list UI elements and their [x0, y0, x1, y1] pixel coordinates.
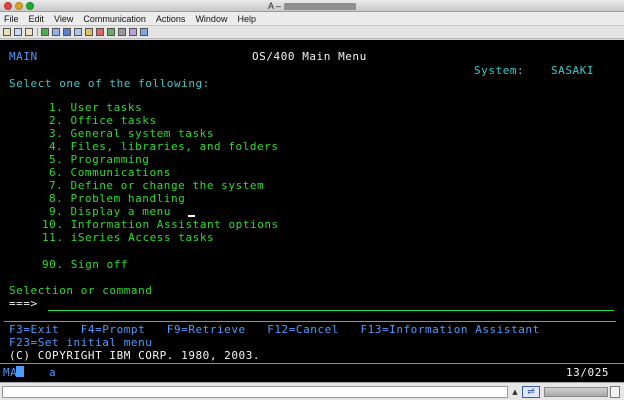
customize-icon[interactable] — [129, 28, 137, 36]
option-label: Problem handling — [70, 192, 186, 205]
activity-indicator — [544, 387, 608, 397]
selection-label: Selection or command — [9, 284, 153, 297]
system-name: SASAKI — [551, 64, 595, 77]
menu-window[interactable]: Window — [190, 12, 232, 26]
option-6[interactable]: 6. Communications — [49, 166, 171, 179]
option-label: Communications — [70, 166, 171, 179]
option-number: 6. — [49, 166, 64, 179]
option-label: Information Assistant options — [70, 218, 279, 231]
status-bar: ▲ ⇌ — [0, 382, 624, 400]
option-number: 90. — [42, 258, 64, 271]
screen-id: MAIN — [9, 50, 38, 63]
option-number: 11. — [42, 231, 64, 244]
text-cursor — [188, 215, 195, 217]
option-number: 3. — [49, 127, 64, 140]
receive-icon[interactable] — [52, 28, 60, 36]
scroll-up-arrow-icon[interactable]: ▲ — [510, 387, 520, 397]
function-keys-line-2: F23=Set initial menu — [9, 336, 153, 349]
option-label: General system tasks — [70, 127, 214, 140]
toolbar — [0, 26, 624, 39]
connection-icon[interactable]: ⇌ — [522, 386, 540, 398]
option-number: 1. — [49, 101, 64, 114]
redacted-title-text — [284, 3, 356, 11]
keyboard-icon[interactable] — [74, 28, 82, 36]
menu-bar: File Edit View Communication Actions Window He… — [0, 12, 624, 26]
option-2[interactable]: 2. Office tasks — [49, 114, 157, 127]
paste-icon[interactable] — [25, 28, 33, 36]
oia-block-cursor — [16, 366, 24, 377]
option-label: Sign off — [70, 258, 129, 271]
menu-help[interactable]: Help — [232, 12, 261, 26]
window-titlebar: A – — [0, 0, 624, 12]
option-label: Define or change the system — [70, 179, 265, 192]
option-number: 8. — [49, 192, 64, 205]
resize-grip-icon[interactable] — [610, 386, 620, 398]
option-label: Programming — [70, 153, 150, 166]
copy-icon[interactable] — [14, 28, 22, 36]
option-9[interactable]: 9. Display a menu — [49, 205, 171, 218]
system-label: System: — [474, 64, 525, 77]
cursor-position: 13/025 — [566, 366, 610, 379]
window-title: A – — [0, 0, 624, 12]
function-keys-line-1: F3=Exit F4=Prompt F9=Retrieve F12=Cancel… — [9, 323, 540, 336]
screen-separator — [4, 321, 616, 322]
option-label: Display a menu — [70, 205, 171, 218]
option-8[interactable]: 8. Problem handling — [49, 192, 185, 205]
option-number: 5. — [49, 153, 64, 166]
option-5[interactable]: 5. Programming — [49, 153, 149, 166]
record-icon[interactable] — [96, 28, 104, 36]
option-90[interactable]: 90. Sign off — [42, 258, 128, 271]
help-icon[interactable] — [140, 28, 148, 36]
menu-actions[interactable]: Actions — [151, 12, 191, 26]
option-7[interactable]: 7. Define or change the system — [49, 179, 264, 192]
option-number: 7. — [49, 179, 64, 192]
oia-mode: a — [49, 366, 57, 379]
command-input[interactable] — [48, 310, 614, 311]
prompt-text: Select one of the following: — [9, 77, 210, 90]
option-10[interactable]: 10. Information Assistant options — [42, 218, 279, 231]
copyright-notice: (C) COPYRIGHT IBM CORP. 1980, 2003. — [9, 349, 261, 362]
command-arrow: ===> — [9, 297, 38, 310]
option-number: 9. — [49, 205, 64, 218]
option-label: iSeries Access tasks — [70, 231, 215, 244]
option-1[interactable]: 1. User tasks — [49, 101, 142, 114]
display-icon[interactable] — [63, 28, 71, 36]
option-11[interactable]: 11. iSeries Access tasks — [42, 231, 214, 244]
screen-title: OS/400 Main Menu — [252, 50, 367, 63]
menu-view[interactable]: View — [49, 12, 78, 26]
option-label: Files, libraries, and folders — [70, 140, 279, 153]
print-icon[interactable] — [3, 28, 11, 36]
option-number: 2. — [49, 114, 64, 127]
menu-communication[interactable]: Communication — [78, 12, 151, 26]
menu-file[interactable]: File — [0, 12, 24, 26]
macro-icon[interactable] — [85, 28, 93, 36]
oia-separator — [0, 363, 624, 364]
option-label: User tasks — [70, 101, 143, 114]
option-label: Office tasks — [70, 114, 157, 127]
play-icon[interactable] — [107, 28, 115, 36]
status-message-field — [2, 386, 508, 398]
option-4[interactable]: 4. Files, libraries, and folders — [49, 140, 279, 153]
send-icon[interactable] — [41, 28, 49, 36]
stop-icon[interactable] — [118, 28, 126, 36]
option-number: 4. — [49, 140, 64, 153]
option-3[interactable]: 3. General system tasks — [49, 127, 214, 140]
option-number: 10. — [42, 218, 64, 231]
toolbar-separator — [37, 28, 38, 36]
menu-edit[interactable]: Edit — [24, 12, 50, 26]
terminal-screen[interactable]: MAIN OS/400 Main Menu System: SASAKI Sel… — [0, 40, 624, 382]
